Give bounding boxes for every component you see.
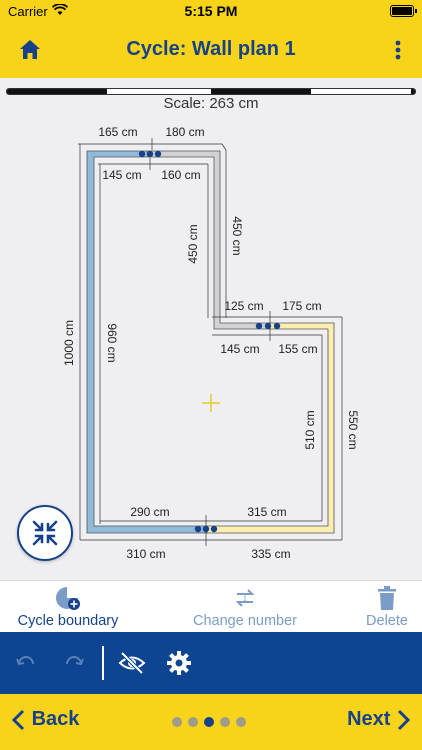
dim-outer-bottom-left: 310 cm (126, 547, 165, 561)
page-title: Cycle: Wall plan 1 (126, 38, 296, 60)
back-label: Back (31, 708, 80, 731)
status-bar: Carrier 5:15 PM (0, 0, 422, 22)
edit-toolbar: Cycle boundary 1 Change number Delete (0, 580, 422, 632)
eye-slash-icon[interactable] (118, 650, 146, 676)
step-dot (220, 717, 230, 727)
dim-inner-right: 510 cm (303, 410, 317, 449)
nav-bar: Cycle: Wall plan 1 (0, 22, 422, 78)
drawing-canvas[interactable]: Scale: 263 cm 165 cm 180 cm 145 cm 160 c… (0, 78, 422, 580)
delete-button[interactable]: Delete (355, 585, 419, 629)
step-dot (236, 717, 246, 727)
change-number-label: Change number (193, 613, 297, 629)
action-bar (0, 632, 422, 694)
back-button[interactable]: Back (10, 708, 79, 731)
svg-text:1: 1 (243, 596, 247, 603)
dim-outer-top-right: 180 cm (165, 125, 204, 139)
chevron-left-icon (11, 709, 25, 730)
wizard-footer: Back Next (0, 694, 422, 750)
step-dot (172, 717, 182, 727)
swap-number-icon: 1 (235, 589, 255, 607)
cycle-boundary-label: Cycle boundary (17, 613, 119, 629)
dim-inner-notch-vertical: 450 cm (186, 224, 200, 263)
clock: 5:15 PM (184, 3, 238, 19)
wall-plan[interactable]: 165 cm 180 cm 145 cm 160 cm 450 cm 450 c… (0, 78, 422, 580)
dim-outer-left: 1000 cm (62, 320, 76, 366)
trash-icon (378, 586, 396, 610)
redo-icon[interactable] (62, 650, 86, 674)
undo-icon[interactable] (14, 650, 38, 674)
delete-label: Delete (366, 613, 408, 629)
cycle-boundary-button[interactable]: Cycle boundary (8, 585, 128, 629)
wall-left-blue[interactable] (86, 150, 208, 534)
dim-inner-top-right: 160 cm (161, 168, 200, 182)
change-number-button[interactable]: 1 Change number (180, 585, 310, 629)
dim-outer-bottom-right: 335 cm (251, 547, 290, 561)
toolbar-divider (102, 646, 104, 680)
gear-icon[interactable] (166, 650, 192, 676)
battery-icon (390, 5, 417, 17)
next-button[interactable]: Next (347, 708, 412, 731)
dim-inner-left: 960 cm (105, 323, 119, 362)
dim-outer-right: 550 cm (346, 410, 360, 449)
dim-inner-mid-left: 145 cm (220, 342, 259, 356)
center-crosshair (202, 394, 220, 412)
dim-outer-mid-left: 125 cm (224, 299, 263, 313)
fit-to-screen-button[interactable] (17, 505, 73, 561)
step-dot-active (204, 717, 214, 727)
collapse-arrows-icon (32, 520, 58, 546)
dim-outer-notch-vertical: 450 cm (230, 216, 244, 255)
step-dot (188, 717, 198, 727)
more-vertical-icon[interactable] (392, 36, 404, 64)
dim-inner-top-left: 145 cm (102, 168, 141, 182)
dim-outer-mid-right: 175 cm (282, 299, 321, 313)
step-indicator (172, 714, 252, 728)
chevron-right-icon (397, 709, 411, 730)
cycle-boundary-icon (56, 587, 80, 610)
dim-inner-mid-right: 155 cm (278, 342, 317, 356)
dim-outer-top-left: 165 cm (98, 125, 137, 139)
dim-inner-bottom-left: 290 cm (130, 505, 169, 519)
dim-inner-bottom-right: 315 cm (247, 505, 286, 519)
next-label: Next (347, 708, 391, 731)
